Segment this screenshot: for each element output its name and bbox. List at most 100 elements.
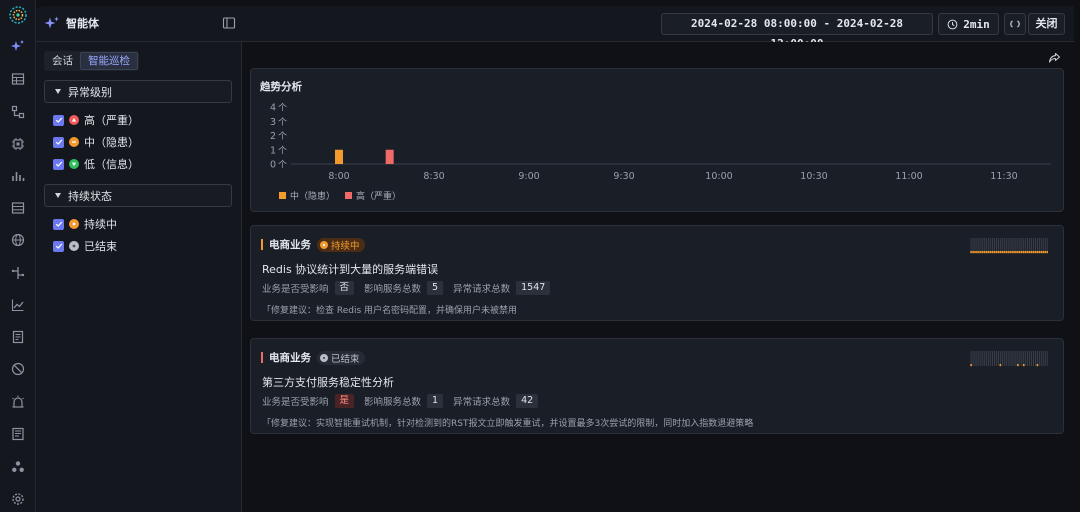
sparkline-mark bbox=[1001, 251, 1004, 254]
severity-option-low[interactable]: 低（信息） bbox=[53, 157, 139, 171]
sparkline-track bbox=[1015, 351, 1017, 366]
sparkline-mark bbox=[1032, 251, 1035, 254]
status-label: 已结束 bbox=[331, 353, 360, 365]
sparkline-track bbox=[986, 238, 988, 253]
sparkline-mark bbox=[976, 251, 978, 254]
sparkline-track bbox=[1046, 238, 1048, 253]
chip-icon[interactable] bbox=[10, 136, 26, 152]
logo-icon bbox=[9, 6, 27, 24]
topology-icon[interactable] bbox=[10, 104, 26, 120]
top-header: 智能体 2024-02-28 08:00:00 - 2024-02-28 12:… bbox=[36, 6, 1074, 50]
severity-option-medium[interactable]: 中（隐患） bbox=[53, 135, 139, 149]
bar-chart-icon[interactable] bbox=[10, 168, 26, 184]
severity-filter-title: 异常级别 bbox=[68, 85, 112, 99]
blocked-icon[interactable] bbox=[10, 361, 26, 377]
business-name: 电商业务 bbox=[269, 239, 311, 251]
status-badge: 已结束 bbox=[317, 350, 365, 365]
checkbox-checked-icon[interactable] bbox=[53, 114, 64, 126]
sparkline-mark bbox=[982, 251, 984, 254]
legend-label: 中（隐患） bbox=[290, 190, 335, 202]
status-option-ongoing[interactable]: 持续中 bbox=[53, 217, 117, 231]
trend-chart: 0 个1 个2 个3 个4 个8:00 8:30 9:00 9:30 10:00 10:30 11:0… bbox=[270, 103, 1051, 202]
close-button[interactable]: 关闭 bbox=[1028, 13, 1065, 35]
y-tick-label: 2 bbox=[270, 131, 276, 142]
sparkline-track bbox=[1031, 351, 1033, 366]
sparkline-track bbox=[990, 238, 992, 253]
sparkline-track bbox=[1044, 238, 1046, 253]
sparkline-track bbox=[1019, 351, 1021, 366]
share-icon[interactable] bbox=[1048, 51, 1061, 64]
issue-metrics: 业务是否受影响 是 影响服务总数 1 异常请求总数 42 bbox=[262, 394, 542, 408]
services-value: 5 bbox=[427, 281, 444, 295]
status-option-ended[interactable]: 已结束 bbox=[53, 239, 117, 253]
refresh-button[interactable] bbox=[1004, 13, 1026, 35]
sparkline-track bbox=[982, 238, 984, 253]
sparkline-track bbox=[1027, 238, 1029, 253]
sparkline-track bbox=[1036, 351, 1038, 366]
cluster-icon[interactable] bbox=[10, 459, 26, 475]
impact-value: 否 bbox=[334, 281, 355, 295]
sidebar-toggle-button[interactable] bbox=[222, 16, 236, 30]
sparkline-track bbox=[970, 238, 972, 253]
checkbox-checked-icon[interactable] bbox=[53, 240, 64, 252]
document-icon[interactable] bbox=[10, 426, 26, 442]
severity-option-label: 高（严重） bbox=[84, 114, 139, 127]
tab-smart-inspection[interactable]: 智能巡检 bbox=[80, 52, 138, 70]
y-tick-unit: 个 bbox=[278, 117, 287, 128]
sparkline-mark bbox=[995, 251, 998, 254]
sparkline-mark bbox=[1028, 251, 1031, 254]
sparkline-track bbox=[1021, 238, 1023, 253]
settings-icon[interactable] bbox=[10, 491, 26, 507]
sparkline-mark bbox=[1026, 251, 1029, 254]
table-icon[interactable] bbox=[10, 200, 26, 216]
line-chart-icon[interactable] bbox=[10, 297, 26, 313]
date-range-picker[interactable]: 2024-02-28 08:00:00 - 2024-02-28 12:00:0… bbox=[661, 13, 933, 50]
grid-icon[interactable] bbox=[10, 71, 26, 87]
requests-value: 1547 bbox=[516, 281, 551, 295]
alarm-icon[interactable] bbox=[10, 394, 26, 410]
report-icon[interactable] bbox=[10, 329, 26, 345]
sparkline-mark bbox=[1022, 364, 1025, 367]
sparkline-track bbox=[1005, 238, 1007, 253]
sparkline-mark bbox=[1042, 251, 1045, 254]
checkbox-checked-icon[interactable] bbox=[53, 158, 64, 170]
severity-high-icon bbox=[69, 115, 79, 125]
x-tick-label: 9:00 bbox=[518, 171, 539, 182]
sparkline-mark bbox=[1038, 251, 1041, 254]
impact-label: 业务是否受影响 bbox=[262, 397, 329, 408]
sparkline-mark bbox=[983, 251, 986, 254]
refresh-interval-button[interactable]: 2min bbox=[938, 13, 999, 35]
services-value: 1 bbox=[427, 394, 444, 408]
sparkline-track bbox=[1027, 351, 1029, 366]
sparkline-mark bbox=[1022, 251, 1025, 254]
status-label: 持续中 bbox=[331, 240, 360, 252]
sparkline-mark bbox=[999, 364, 1002, 367]
sparkline-track bbox=[1013, 351, 1015, 366]
status-filter-header[interactable]: 持续状态 bbox=[44, 184, 232, 207]
business-color-bar bbox=[261, 239, 263, 250]
issue-card[interactable]: 电商业务 持续中 Redis 协议统计到大量的服务端错误 业务是否受影响 否 影… bbox=[250, 225, 1064, 321]
severity-option-label: 低（信息） bbox=[84, 158, 139, 171]
sparkline-track bbox=[1023, 238, 1025, 253]
y-tick-unit: 个 bbox=[278, 145, 287, 156]
sparkline-track bbox=[994, 351, 995, 366]
checkbox-checked-icon[interactable] bbox=[53, 218, 64, 230]
legend-swatch bbox=[279, 192, 286, 199]
sparkline-mark bbox=[1005, 251, 1007, 254]
sparkline-track bbox=[972, 351, 974, 366]
filter-panel: 会话 智能巡检 异常级别 高（严重） 中（隐患） 低（信息） 持续状态 持续中 … bbox=[36, 42, 242, 512]
agent-icon[interactable] bbox=[10, 38, 26, 54]
fix-suggestion: 「修复建议：检查 Redis 用户名密码配置，并确保用户未被禁用 bbox=[262, 306, 518, 316]
issue-card[interactable]: 电商业务 已结束 第三方支付服务稳定性分析 业务是否受影响 是 影响服务总数 1… bbox=[250, 338, 1064, 434]
severity-filter-header[interactable]: 异常级别 bbox=[44, 80, 232, 103]
sparkle-icon bbox=[44, 16, 59, 29]
globe-icon[interactable] bbox=[10, 232, 26, 248]
business-color-bar bbox=[261, 352, 263, 363]
sparkline-track bbox=[1040, 238, 1042, 253]
checkbox-checked-icon[interactable] bbox=[53, 136, 64, 148]
severity-option-high[interactable]: 高（严重） bbox=[53, 113, 139, 127]
trend-analysis-card: 趋势分析 0 个 1 个 2 个 3 个 4 个 8:00 8:30 9:00 9:30 10:00 10:3… bbox=[250, 68, 1064, 212]
issue-sparkline bbox=[970, 351, 1048, 367]
tab-chat[interactable]: 会话 bbox=[45, 52, 80, 70]
branch-icon[interactable] bbox=[10, 265, 26, 281]
